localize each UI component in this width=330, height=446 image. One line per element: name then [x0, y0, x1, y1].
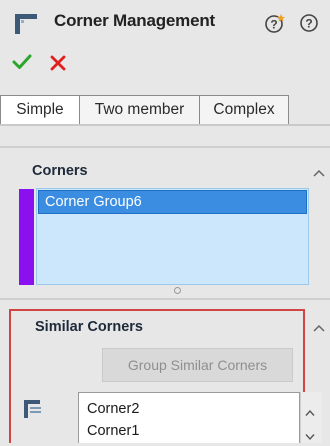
corner-management-icon: [14, 13, 38, 35]
chevron-up-icon[interactable]: [311, 321, 327, 333]
svg-text:?: ?: [305, 17, 312, 31]
similar-corners-list[interactable]: Corner2 Corner1: [78, 392, 300, 443]
help-icon[interactable]: ?: [298, 12, 320, 34]
list-item[interactable]: Corner2: [87, 401, 139, 417]
section-divider: [0, 298, 330, 300]
tab-bar: Simple Two member Complex: [0, 95, 290, 125]
list-item[interactable]: Corner Group6: [38, 190, 307, 214]
section-divider: [0, 146, 330, 148]
similar-corners-section-title: Similar Corners: [35, 319, 143, 335]
list-item[interactable]: Corner1: [87, 423, 139, 439]
svg-text:?: ?: [270, 18, 277, 32]
selection-color-indicator: [19, 189, 34, 285]
list-resize-handle[interactable]: [174, 287, 181, 294]
close-icon[interactable]: [48, 53, 68, 73]
checkmark-icon[interactable]: [11, 52, 33, 72]
corners-section-title: Corners: [32, 163, 88, 179]
corners-list[interactable]: Corner Group6: [36, 188, 309, 285]
tab-divider: [0, 124, 330, 126]
scroll-down-icon[interactable]: [304, 428, 316, 441]
corner-members-icon: [22, 398, 44, 420]
scroll-up-icon[interactable]: [304, 404, 316, 416]
whats-new-help-icon[interactable]: ?: [264, 12, 286, 34]
tab-simple[interactable]: Simple: [0, 95, 80, 125]
tab-complex[interactable]: Complex: [200, 95, 289, 125]
chevron-up-icon[interactable]: [311, 166, 327, 178]
tab-two-member[interactable]: Two member: [80, 95, 200, 125]
group-similar-corners-button[interactable]: Group Similar Corners: [102, 348, 293, 382]
page-title: Corner Management: [54, 11, 215, 30]
